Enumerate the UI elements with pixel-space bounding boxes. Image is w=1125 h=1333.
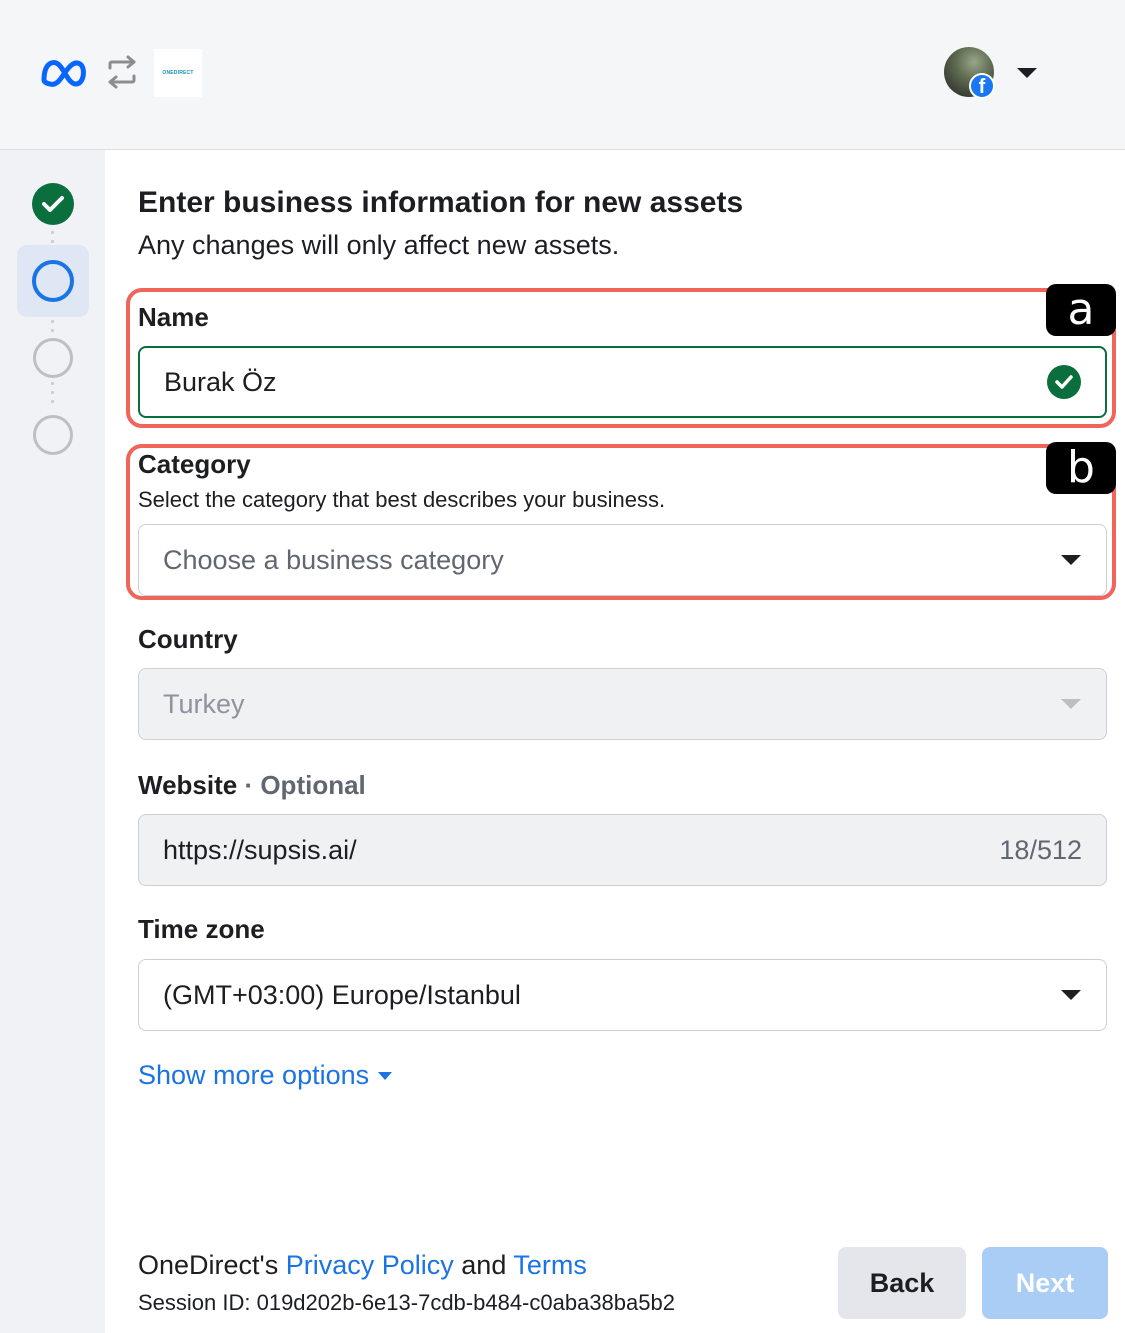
step-pending-circle [33,415,73,455]
show-more-label: Show more options [138,1060,370,1090]
caret-down-icon [378,1071,393,1080]
show-more-options-link[interactable]: Show more options [138,1060,393,1091]
step-connector [51,379,54,407]
website-input[interactable]: https://supsis.ai/ 18/512 [138,814,1107,886]
timezone-label: Time zone [138,914,265,944]
timezone-select[interactable]: (GMT+03:00) Europe/Istanbul [138,959,1107,1031]
website-value: https://supsis.ai/ [163,834,357,865]
next-button[interactable]: Next [982,1247,1108,1319]
step-active-circle [32,260,74,302]
page-title: Enter business information for new asset… [138,186,744,219]
character-counter: 18/512 [999,834,1082,865]
annotation-box-b [126,444,1116,600]
facebook-badge-icon: f [969,73,995,99]
annotation-label-b: b [1046,442,1116,494]
meta-infinity-icon[interactable] [38,54,90,92]
country-label: Country [138,624,238,654]
business-logo: ONEDIRECT [154,49,202,97]
country-select: Turkey [138,668,1107,740]
avatar[interactable]: f [944,47,995,99]
top-bar: ONEDIRECT f [0,0,1125,150]
privacy-policy-link[interactable]: Privacy Policy [286,1250,454,1280]
step-pending-circle [33,338,73,378]
step-completed-check-icon [32,183,74,225]
optional-tag: · Optional [244,770,366,800]
website-label: Website · Optional [138,770,366,801]
footer-legal-text: OneDirect's Privacy Policy and Terms [138,1250,587,1281]
progress-stepper [0,150,105,1333]
session-id: Session ID: 019d202b-6e13-7cdb-b484-c0ab… [138,1290,675,1315]
annotation-box-a [126,288,1116,428]
business-logo-text: ONEDIRECT [162,70,194,76]
annotation-label-a: a [1046,284,1116,336]
chevron-down-icon [1061,699,1081,709]
page-subtitle: Any changes will only affect new assets. [138,230,620,260]
footer-prefix: OneDirect's [138,1250,279,1280]
website-label-text: Website [138,770,238,800]
swap-arrows-icon [108,55,136,89]
timezone-value: (GMT+03:00) Europe/Istanbul [163,979,521,1010]
chevron-down-icon [1061,990,1081,1000]
step-connector [51,228,54,246]
country-value: Turkey [163,688,245,719]
chevron-down-icon[interactable] [1015,66,1039,80]
terms-link[interactable]: Terms [513,1250,587,1280]
step-connector [51,317,54,337]
back-button[interactable]: Back [838,1247,966,1319]
footer-and: and [461,1250,507,1280]
